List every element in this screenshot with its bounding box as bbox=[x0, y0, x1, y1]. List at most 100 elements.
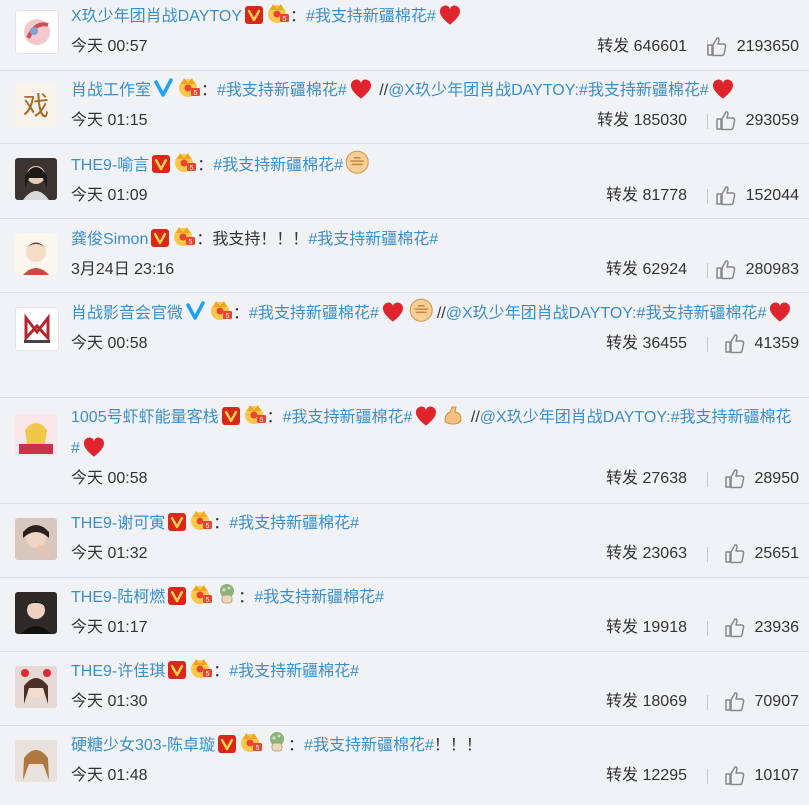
forward-button[interactable]: 转发 18069 bbox=[606, 687, 687, 717]
user-name[interactable]: THE9-许佳琪 bbox=[71, 663, 165, 680]
topic-link[interactable]: #我支持新疆棉花# bbox=[306, 8, 436, 25]
forward-count: 646601 bbox=[633, 38, 687, 55]
post-time[interactable]: 今天 01:48 bbox=[71, 761, 148, 791]
fist-emoji bbox=[345, 150, 370, 174]
like-count: 293059 bbox=[745, 112, 799, 129]
user-name[interactable]: X玖少年团肖战DAYTOY bbox=[71, 8, 242, 25]
forward-count: 81778 bbox=[642, 187, 688, 204]
like-button[interactable]: 23936 bbox=[724, 613, 799, 643]
list-item: THE9-喻言 ：#我支持新疆棉花# 今天 01:09 转发 81778 1520… bbox=[0, 144, 809, 219]
forward-label: 转发 bbox=[597, 38, 630, 55]
thumbs-up-icon bbox=[724, 766, 744, 786]
verified-badge-icon bbox=[221, 407, 240, 425]
like-button[interactable]: 28950 bbox=[724, 464, 799, 494]
forward-button[interactable]: 转发 646601 bbox=[597, 32, 687, 62]
topic-link[interactable]: #我支持新疆棉花# bbox=[254, 589, 384, 606]
like-button[interactable]: 25651 bbox=[724, 539, 800, 569]
topic-link[interactable]: #我支持新疆棉花# bbox=[579, 82, 709, 99]
forward-button[interactable]: 转发 23063 bbox=[606, 539, 687, 569]
like-button[interactable]: 41359 bbox=[724, 329, 799, 359]
divider bbox=[707, 695, 708, 710]
topic-link[interactable]: #我支持新疆棉花# bbox=[217, 82, 347, 99]
divider bbox=[707, 263, 708, 278]
topic-link[interactable]: #我支持新疆棉花# bbox=[304, 737, 434, 754]
user-name[interactable]: THE9-喻言 bbox=[71, 157, 149, 174]
avatar[interactable] bbox=[15, 10, 59, 54]
topic-link[interactable]: #我支持新疆棉花# bbox=[249, 305, 379, 322]
like-button[interactable]: 2193650 bbox=[706, 32, 799, 62]
forward-count: 12295 bbox=[642, 767, 688, 784]
like-button[interactable]: 293059 bbox=[715, 106, 799, 136]
blue-v-icon bbox=[186, 301, 205, 320]
forward-label: 转发 bbox=[606, 693, 639, 710]
user-name[interactable]: THE9-陆柯燃 bbox=[71, 589, 165, 606]
forward-button[interactable]: 转发 27638 bbox=[606, 464, 687, 494]
mushroom-badge-icon bbox=[219, 583, 235, 604]
heart-emoji bbox=[83, 437, 104, 457]
post-time[interactable]: 今天 01:30 bbox=[71, 687, 148, 717]
topic-link[interactable]: #我支持新疆棉花# bbox=[637, 305, 767, 322]
topic-link[interactable]: #我支持新疆棉花# bbox=[213, 157, 343, 174]
forward-button[interactable]: 转发 81778 bbox=[606, 181, 687, 211]
avatar[interactable] bbox=[15, 158, 57, 200]
forward-button[interactable]: 转发 12295 bbox=[606, 761, 687, 791]
forward-label: 转发 bbox=[606, 470, 639, 487]
user-name[interactable]: 肖战影音会官微 bbox=[71, 305, 183, 322]
avatar[interactable] bbox=[15, 414, 57, 456]
forward-button[interactable]: 转发 19918 bbox=[606, 613, 687, 643]
user-name[interactable]: 1005号虾虾能量客栈 bbox=[71, 409, 219, 426]
like-button[interactable]: 280983 bbox=[715, 255, 799, 285]
forward-button[interactable]: 转发 36455 bbox=[606, 329, 687, 359]
topic-link[interactable]: #我支持新疆棉花# bbox=[283, 409, 413, 426]
thumbs-up-icon bbox=[715, 186, 735, 206]
like-count: 2193650 bbox=[736, 38, 799, 55]
like-button[interactable]: 152044 bbox=[715, 181, 799, 211]
post-time[interactable]: 3月24日 23:16 bbox=[71, 255, 174, 285]
like-button[interactable]: 10107 bbox=[724, 761, 799, 791]
mention-link[interactable]: @X玖少年团肖战DAYTOY bbox=[388, 82, 574, 99]
colon: ： bbox=[290, 8, 307, 25]
topic-link[interactable]: #我支持新疆棉花# bbox=[229, 515, 359, 532]
user-name[interactable]: THE9-谢可寅 bbox=[71, 515, 165, 532]
mention-link[interactable]: @X玖少年团肖战DAYTOY bbox=[480, 409, 666, 426]
vip-crown-icon bbox=[179, 78, 201, 97]
avatar[interactable] bbox=[15, 307, 59, 351]
divider bbox=[707, 769, 708, 784]
topic-link[interactable]: #我支持新疆棉花# bbox=[308, 231, 438, 248]
list-item: 1005号虾虾能量客栈 ：#我支持新疆棉花# //@X玖少年团肖战DAYTOY:#… bbox=[0, 398, 809, 504]
topic-link[interactable]: #我支持新疆棉花# bbox=[229, 663, 359, 680]
post-meta: 今天 00:57 转发 646601 2193650 bbox=[71, 32, 809, 62]
like-button[interactable]: 70907 bbox=[724, 687, 799, 717]
repost-prefix: // bbox=[379, 82, 389, 99]
avatar[interactable] bbox=[15, 740, 57, 782]
post-time[interactable]: 今天 00:57 bbox=[71, 32, 148, 62]
forward-button[interactable]: 转发 62924 bbox=[606, 255, 687, 285]
post-time[interactable]: 今天 01:09 bbox=[71, 181, 148, 211]
user-name[interactable]: 肖战工作室 bbox=[71, 82, 151, 99]
post-time[interactable]: 今天 00:58 bbox=[71, 464, 148, 494]
avatar[interactable] bbox=[15, 666, 57, 708]
post-time[interactable]: 今天 01:32 bbox=[71, 539, 148, 569]
avatar[interactable] bbox=[15, 592, 57, 634]
avatar[interactable] bbox=[15, 518, 57, 560]
forward-button[interactable]: 转发 185030 bbox=[597, 106, 687, 136]
colon: ： bbox=[197, 157, 214, 174]
user-name[interactable]: 龚俊Simon bbox=[71, 231, 148, 248]
post-time[interactable]: 今天 00:58 bbox=[71, 329, 148, 359]
list-item: 龚俊Simon ：我支持！！！#我支持新疆棉花# 3月24日 23:16 转发 6… bbox=[0, 219, 809, 293]
like-count: 152044 bbox=[745, 187, 799, 204]
post-time[interactable]: 今天 01:15 bbox=[71, 106, 148, 136]
avatar[interactable]: 戏 bbox=[15, 84, 57, 126]
mention-link[interactable]: @X玖少年团肖战DAYTOY bbox=[446, 305, 632, 322]
avatar[interactable] bbox=[15, 233, 57, 275]
divider bbox=[707, 337, 708, 352]
divider bbox=[707, 547, 708, 562]
like-count: 25651 bbox=[754, 545, 800, 562]
verified-badge-icon bbox=[218, 735, 237, 753]
forward-count: 27638 bbox=[642, 470, 688, 487]
verified-badge-icon bbox=[151, 229, 170, 247]
user-name[interactable]: 硬糖少女303-陈卓璇 bbox=[71, 737, 215, 754]
forward-label: 转发 bbox=[606, 335, 639, 352]
post-meta: 今天 00:58 转发 36455 41359 bbox=[71, 329, 809, 359]
post-time[interactable]: 今天 01:17 bbox=[71, 613, 148, 643]
